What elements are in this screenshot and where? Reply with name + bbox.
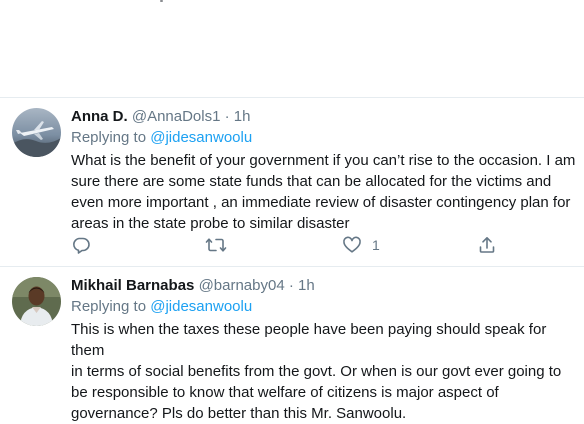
timestamp[interactable]: 1h: [298, 277, 315, 294]
tweet-text: What is the benefit of your government i…: [71, 152, 576, 232]
reply-icon: [71, 235, 91, 255]
replying-to-line: Replying to @jidesanwoolu: [71, 129, 252, 146]
text-fragment: [160, 0, 163, 2]
replying-to-label: Replying to: [71, 298, 147, 315]
mention-link[interactable]: @jidesanwoolu: [150, 129, 252, 146]
author-name[interactable]: Mikhail Barnabas: [71, 277, 194, 294]
heart-icon: [342, 235, 362, 255]
tweet-actions: 1: [71, 234, 511, 256]
avatar[interactable]: [12, 277, 61, 326]
previous-tweet-area: [0, 0, 584, 97]
share-icon: [477, 235, 497, 255]
author-handle[interactable]: @barnaby04: [199, 277, 285, 294]
retweet-icon: [205, 235, 227, 255]
mention-link[interactable]: @jidesanwoolu: [150, 298, 252, 315]
retweet-button[interactable]: [205, 234, 227, 256]
author-name[interactable]: Anna D.: [71, 108, 128, 125]
share-button[interactable]: [477, 234, 497, 256]
tweet-header: Anna D. @AnnaDols1 · 1h: [71, 108, 250, 125]
reply-button[interactable]: [71, 234, 91, 256]
tweet-text: This is when the taxes these people have…: [71, 321, 562, 422]
separator-dot: ·: [224, 108, 230, 125]
like-count: 1: [372, 237, 380, 253]
like-button[interactable]: 1: [342, 234, 380, 256]
separator-dot: ·: [288, 277, 294, 294]
replying-to-line: Replying to @jidesanwoolu: [71, 298, 252, 315]
timestamp[interactable]: 1h: [234, 108, 251, 125]
reply-tweet[interactable]: Mikhail Barnabas @barnaby04 · 1h Replyin…: [0, 267, 584, 422]
replying-to-label: Replying to: [71, 129, 147, 146]
avatar[interactable]: [12, 108, 61, 157]
reply-tweet[interactable]: Anna D. @AnnaDols1 · 1h Replying to @jid…: [0, 98, 584, 266]
tweet-header: Mikhail Barnabas @barnaby04 · 1h: [71, 277, 315, 294]
author-handle[interactable]: @AnnaDols1: [132, 108, 221, 125]
